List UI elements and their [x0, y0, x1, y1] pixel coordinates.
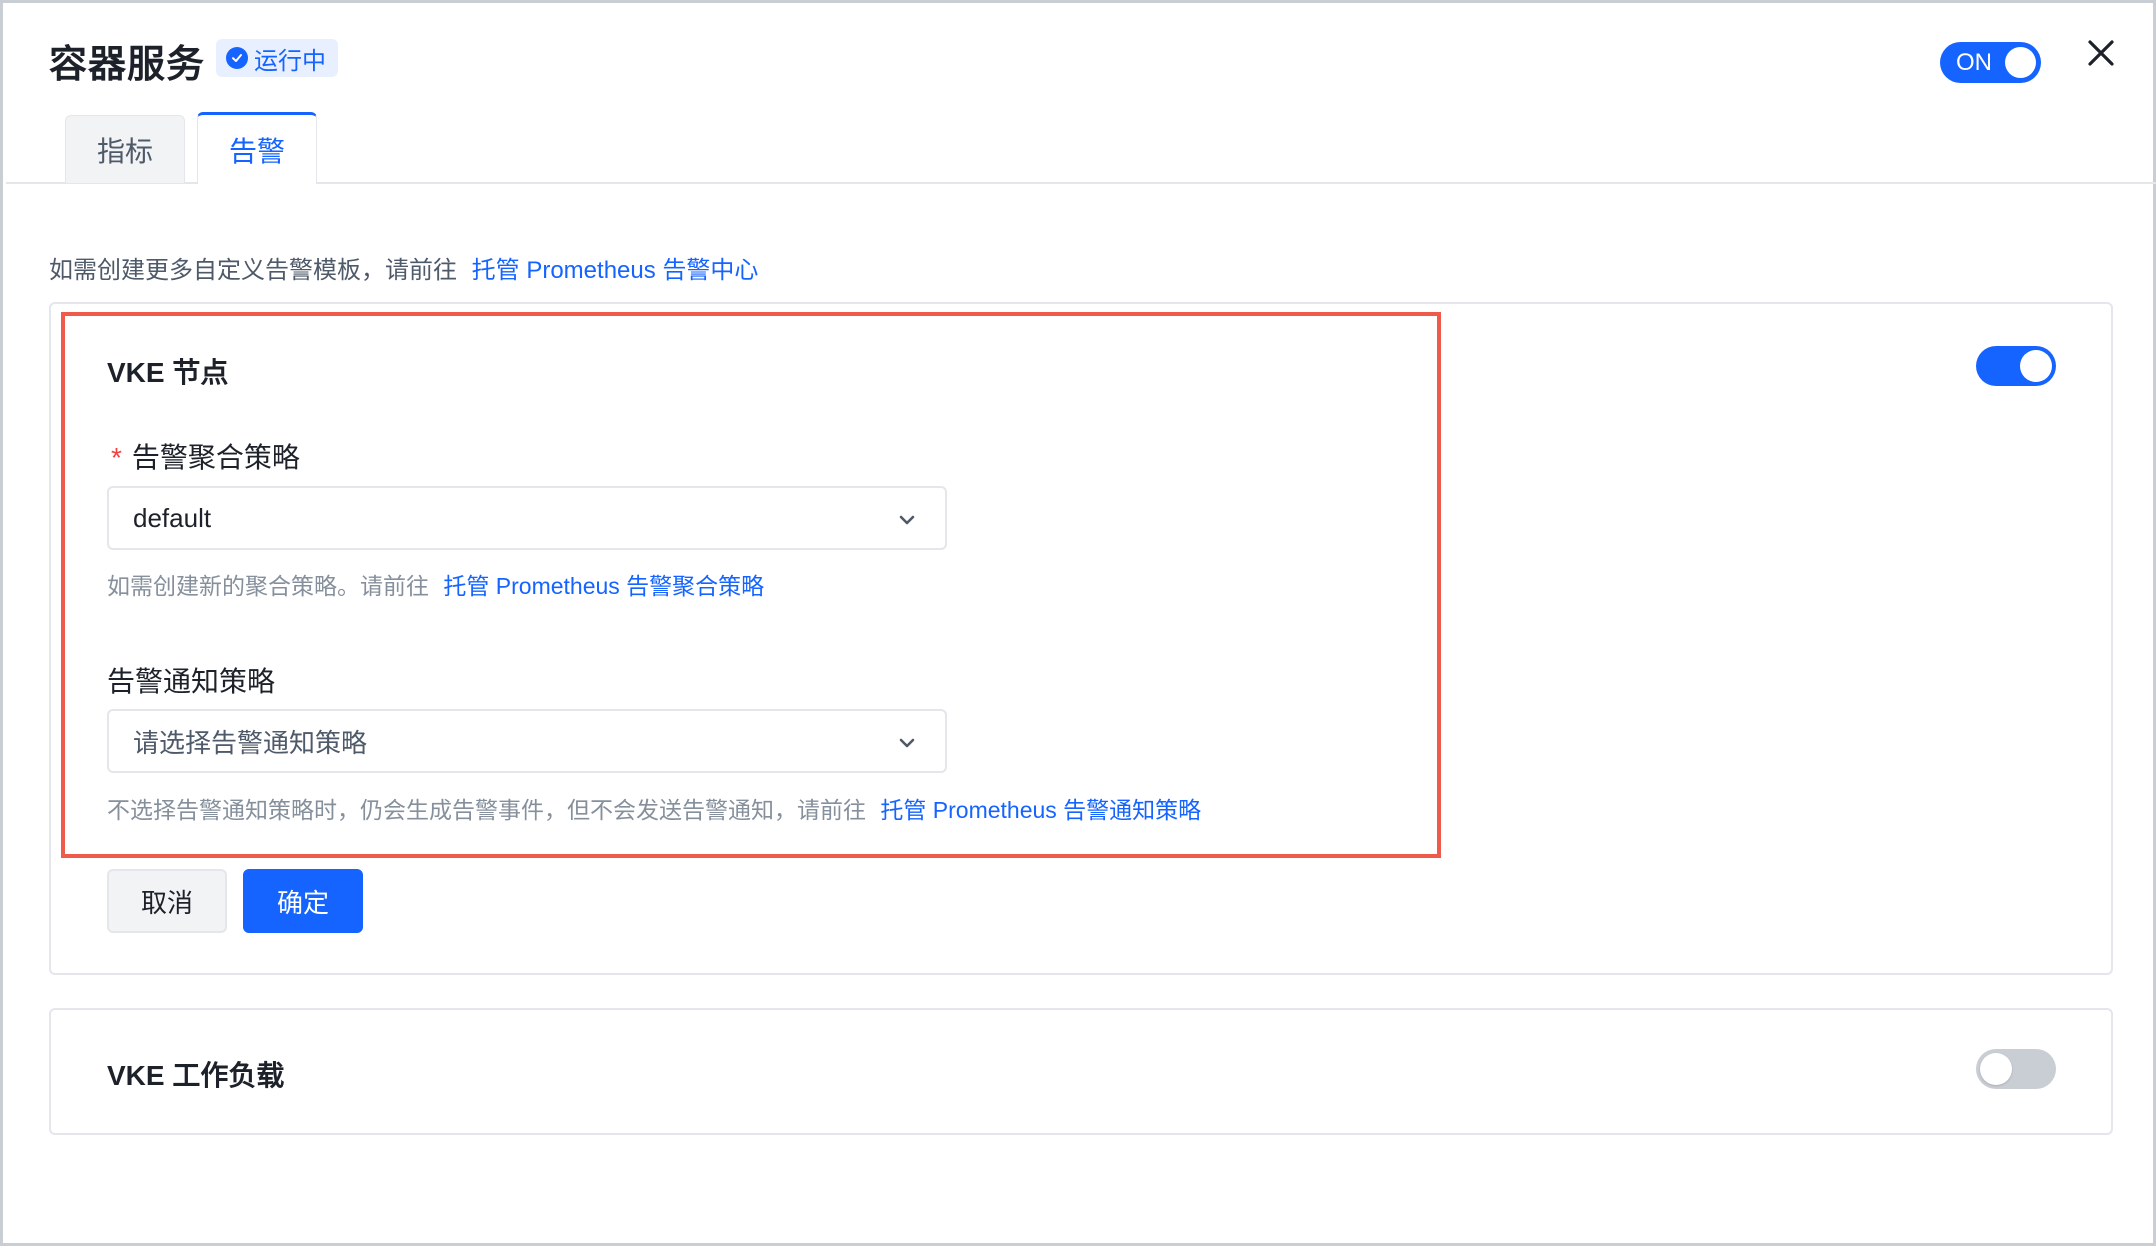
confirm-button[interactable]: 确定 [243, 869, 363, 933]
tabs-divider [6, 182, 2156, 184]
tab-metrics[interactable]: 指标 [65, 115, 185, 183]
vke-nodes-switch[interactable] [1976, 346, 2056, 386]
switch-knob [2020, 350, 2052, 382]
notification-select-placeholder: 请选择告警通知策略 [133, 727, 368, 758]
dialog-frame: 容器服务 运行中 ON 指标 告警 如需创建更多自定义告警模板，请前往 托管 P… [0, 0, 2156, 1246]
info-text: 如需创建更多自定义告警模板，请前往 [49, 257, 457, 284]
aggregation-label-text: 告警聚合策略 [131, 442, 300, 473]
prometheus-alert-center-link[interactable]: 托管 Prometheus 告警中心 [472, 257, 759, 284]
toggle-label: ON [1956, 49, 1992, 76]
cancel-button[interactable]: 取消 [107, 869, 227, 933]
notification-policy-link[interactable]: 托管 Prometheus 告警通知策略 [880, 797, 1201, 823]
vke-workloads-card [49, 1008, 2113, 1135]
aggregation-select-value: default [133, 502, 212, 533]
close-icon [2088, 40, 2114, 66]
notification-help: 不选择告警通知策略时，仍会生成告警事件，但不会发送告警通知，请前往 托管 Pro… [107, 791, 1201, 825]
aggregation-policy-link[interactable]: 托管 Prometheus 告警聚合策略 [443, 573, 764, 599]
page-title: 容器服务 [49, 44, 206, 86]
toggle-knob [2005, 47, 2036, 78]
notification-label: 告警通知策略 [107, 666, 276, 697]
aggregation-help-text: 如需创建新的聚合策略。请前往 [107, 573, 429, 599]
close-button[interactable] [2083, 35, 2119, 71]
switch-knob [1980, 1053, 2012, 1085]
status-badge: 运行中 [216, 39, 338, 77]
tab-alerts[interactable]: 告警 [197, 112, 317, 184]
vke-nodes-title: VKE 节点 [107, 357, 229, 388]
service-toggle[interactable]: ON [1940, 42, 2041, 83]
vke-workloads-title: VKE 工作负载 [107, 1060, 285, 1091]
status-text: 运行中 [254, 47, 326, 75]
check-circle-icon [226, 47, 248, 69]
notification-help-text: 不选择告警通知策略时，仍会生成告警事件，但不会发送告警通知，请前往 [107, 797, 866, 823]
required-mark: * [111, 442, 122, 473]
chevron-down-icon [899, 515, 915, 525]
vke-workloads-switch[interactable] [1976, 1049, 2056, 1089]
chevron-down-icon [899, 738, 915, 748]
info-line: 如需创建更多自定义告警模板，请前往 托管 Prometheus 告警中心 [49, 250, 758, 285]
notification-select[interactable]: 请选择告警通知策略 [107, 709, 947, 773]
aggregation-select[interactable]: default [107, 486, 947, 550]
aggregation-label: * 告警聚合策略 [111, 436, 300, 476]
aggregation-help: 如需创建新的聚合策略。请前往 托管 Prometheus 告警聚合策略 [107, 567, 764, 601]
